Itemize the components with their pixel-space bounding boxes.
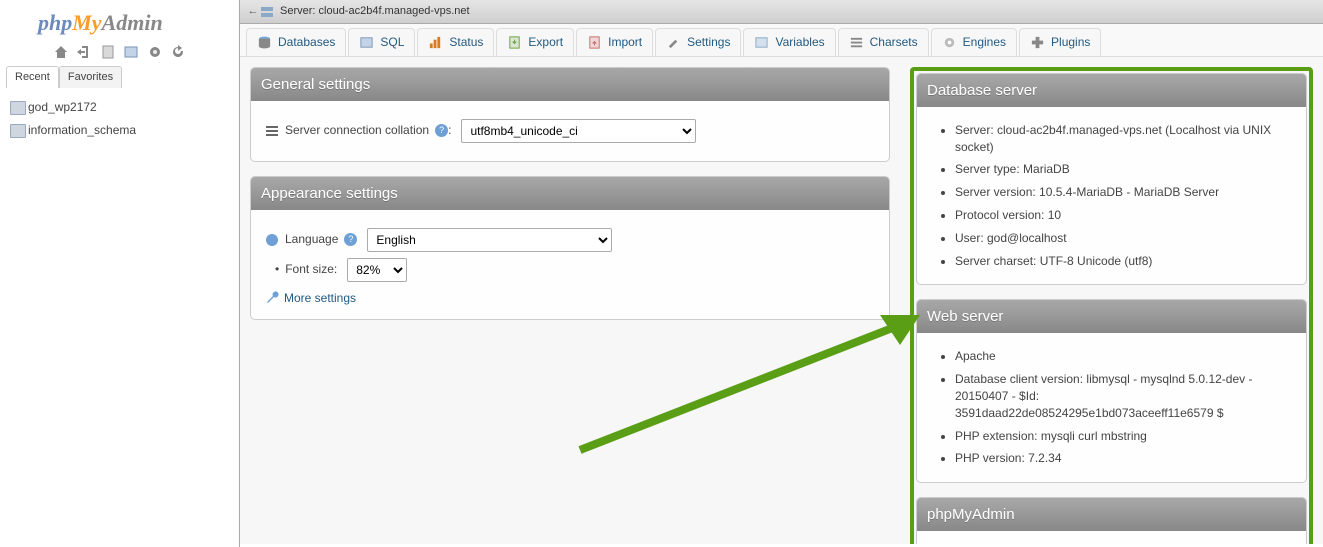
language-icon — [265, 233, 279, 247]
db-node[interactable]: god_wp2172 — [6, 96, 233, 119]
main: ← Server: cloud-ac2b4f.managed-vps.net D… — [240, 0, 1323, 547]
list-item: Server: cloud-ac2b4f.managed-vps.net (Lo… — [955, 119, 1292, 159]
tab-label: Status — [449, 34, 483, 51]
logo-part-php: php — [38, 10, 72, 35]
sidebar-tabs: Recent Favorites — [6, 66, 233, 88]
language-label: Language ? — [285, 231, 357, 248]
tab-import[interactable]: Import — [576, 28, 653, 56]
tab-label: Variables — [775, 34, 824, 51]
pma-list: Version information: 4.7.9 — [955, 543, 1292, 544]
sidebar-tab-recent[interactable]: Recent — [6, 66, 59, 88]
database-server-panel: Database server Server: cloud-ac2b4f.man… — [916, 73, 1307, 286]
tab-status[interactable]: Status — [417, 28, 494, 56]
webserver-list: Apache Database client version: libmysql… — [955, 345, 1292, 470]
tab-charsets[interactable]: Charsets — [838, 28, 929, 56]
dbserver-list: Server: cloud-ac2b4f.managed-vps.net (Lo… — [955, 119, 1292, 273]
tab-export[interactable]: Export — [496, 28, 574, 56]
tab-label: Plugins — [1051, 34, 1090, 51]
collation-label-text: Server connection collation — [285, 122, 429, 139]
tab-label: SQL — [380, 34, 404, 51]
db-tree: god_wp2172 information_schema — [0, 88, 239, 150]
tab-sql[interactable]: SQL — [348, 28, 415, 56]
panel-title: Database server — [917, 74, 1306, 107]
fontsize-label: Font size: — [285, 261, 337, 278]
list-item: Database client version: libmysql - mysq… — [955, 368, 1292, 424]
web-server-panel: Web server Apache Database client versio… — [916, 299, 1307, 483]
list-item: Protocol version: 10 — [955, 204, 1292, 227]
collation-label: Server connection collation ? : — [285, 122, 451, 139]
logout-icon[interactable] — [76, 44, 92, 60]
logo-part-my: My — [72, 10, 101, 35]
list-item: PHP extension: mysqli curl mbstring — [955, 425, 1292, 448]
right-column: Database server Server: cloud-ac2b4f.man… — [900, 57, 1323, 544]
list-item: Apache — [955, 345, 1292, 368]
list-icon — [265, 124, 279, 138]
help-icon[interactable]: ? — [344, 233, 357, 246]
server-label: Server: cloud-ac2b4f.managed-vps.net — [280, 4, 470, 19]
tab-label: Charsets — [870, 34, 918, 51]
home-icon[interactable] — [53, 44, 69, 60]
tab-engines[interactable]: Engines — [931, 28, 1017, 56]
list-item: Server type: MariaDB — [955, 158, 1292, 181]
db-node[interactable]: information_schema — [6, 119, 233, 142]
panel-title: phpMyAdmin — [917, 498, 1306, 531]
panel-title: Web server — [917, 300, 1306, 333]
tab-databases[interactable]: Databases — [246, 28, 346, 56]
sidebar-iconrow — [0, 41, 239, 66]
tab-plugins[interactable]: Plugins — [1019, 28, 1101, 56]
general-settings-panel: General settings Server connection colla… — [250, 67, 890, 162]
list-item: Version information: 4.7.9 — [955, 543, 1292, 544]
topnav: Databases SQL Status Export Import Setti… — [240, 24, 1323, 57]
highlight-outline: Database server Server: cloud-ac2b4f.man… — [910, 67, 1313, 544]
more-settings-text: More settings — [284, 290, 356, 307]
fontsize-select[interactable]: 82% — [347, 258, 407, 282]
topbar: ← Server: cloud-ac2b4f.managed-vps.net — [240, 0, 1323, 24]
tab-label: Export — [528, 34, 563, 51]
phpmyadmin-panel: phpMyAdmin Version information: 4.7.9 — [916, 497, 1307, 544]
help-icon[interactable]: ? — [435, 124, 448, 137]
panel-title: General settings — [251, 68, 889, 101]
language-label-text: Language — [285, 231, 338, 248]
list-item: User: god@localhost — [955, 227, 1292, 250]
sidebar-tab-favorites[interactable]: Favorites — [59, 66, 122, 88]
language-select[interactable]: English — [367, 228, 612, 252]
tab-label: Import — [608, 34, 642, 51]
server-icon — [260, 5, 274, 19]
logo[interactable]: phpMyAdmin — [0, 0, 239, 41]
tab-variables[interactable]: Variables — [743, 28, 835, 56]
content: General settings Server connection colla… — [240, 57, 1323, 544]
more-settings-link[interactable]: More settings — [265, 290, 875, 307]
list-item: Server version: 10.5.4-MariaDB - MariaDB… — [955, 181, 1292, 204]
logo-part-admin: Admin — [102, 10, 163, 35]
list-item: PHP version: 7.2.34 — [955, 447, 1292, 470]
list-item: Server charset: UTF-8 Unicode (utf8) — [955, 250, 1292, 273]
appearance-settings-panel: Appearance settings Language ? English — [250, 176, 890, 320]
tab-label: Engines — [963, 34, 1006, 51]
tab-settings[interactable]: Settings — [655, 28, 741, 56]
tab-label: Databases — [278, 34, 335, 51]
panel-title: Appearance settings — [251, 177, 889, 210]
left-column: General settings Server connection colla… — [240, 57, 900, 544]
refresh-icon[interactable] — [170, 44, 186, 60]
sidebar: phpMyAdmin Recent Favorites god_wp2172 i… — [0, 0, 240, 547]
sql-icon[interactable] — [123, 44, 139, 60]
tab-label: Settings — [687, 34, 730, 51]
collation-select[interactable]: utf8mb4_unicode_ci — [461, 119, 696, 143]
collapse-sidebar-icon[interactable]: ← — [246, 4, 260, 19]
docs-icon[interactable] — [100, 44, 116, 60]
gear-icon[interactable] — [147, 44, 163, 60]
